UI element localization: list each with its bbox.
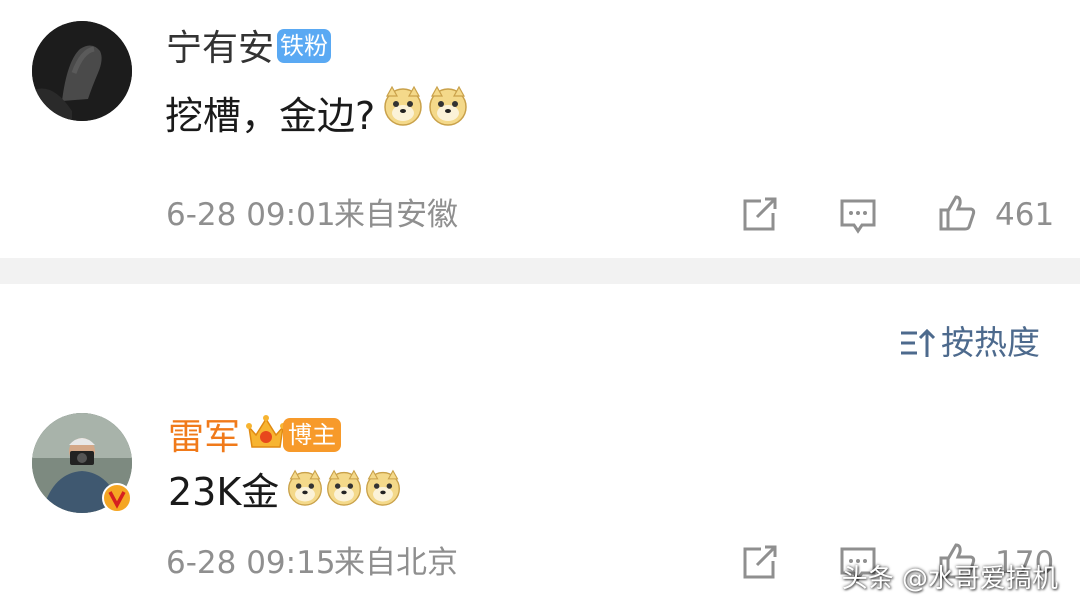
username[interactable]: 雷军 bbox=[168, 418, 240, 458]
repost-icon[interactable] bbox=[739, 543, 779, 583]
doge-emoji-icon bbox=[327, 469, 361, 506]
comment-time: 6-28 09:15 bbox=[166, 545, 336, 581]
sort-by-heat-button[interactable]: 按热度 bbox=[899, 324, 1040, 362]
comment-location: 来自安徽 bbox=[334, 197, 458, 233]
crown-icon bbox=[246, 415, 286, 448]
doge-emoji-icon bbox=[384, 85, 422, 126]
doge-emoji-icon bbox=[429, 85, 467, 126]
repost-icon[interactable] bbox=[739, 195, 779, 235]
comment-location: 来自北京 bbox=[334, 545, 458, 581]
doge-emoji-icon bbox=[366, 469, 400, 506]
sort-label: 按热度 bbox=[941, 323, 1040, 362]
avatar[interactable] bbox=[32, 21, 132, 121]
comment-text: 23K金 bbox=[168, 470, 280, 514]
section-divider bbox=[0, 258, 1080, 284]
comment-screen: 宁有安 铁粉 挖槽，金边? 6-28 09:01 来自安徽 461 按热度 雷军… bbox=[0, 0, 1080, 613]
watermark: 头条 @水哥爱搞机 bbox=[841, 564, 1058, 594]
doge-emoji-icon bbox=[288, 469, 322, 506]
avatar-hand-image bbox=[32, 21, 132, 121]
comment-icon[interactable] bbox=[838, 195, 878, 235]
username[interactable]: 宁有安 bbox=[166, 29, 274, 69]
comment-text: 挖槽，金边? bbox=[165, 94, 376, 138]
like-icon[interactable] bbox=[937, 193, 977, 233]
comment-time: 6-28 09:01 bbox=[166, 197, 336, 233]
like-count: 461 bbox=[995, 197, 1055, 233]
verified-icon bbox=[102, 483, 132, 513]
blogger-badge: 博主 bbox=[283, 418, 341, 452]
sort-icon bbox=[901, 328, 935, 357]
fan-badge: 铁粉 bbox=[277, 29, 331, 63]
